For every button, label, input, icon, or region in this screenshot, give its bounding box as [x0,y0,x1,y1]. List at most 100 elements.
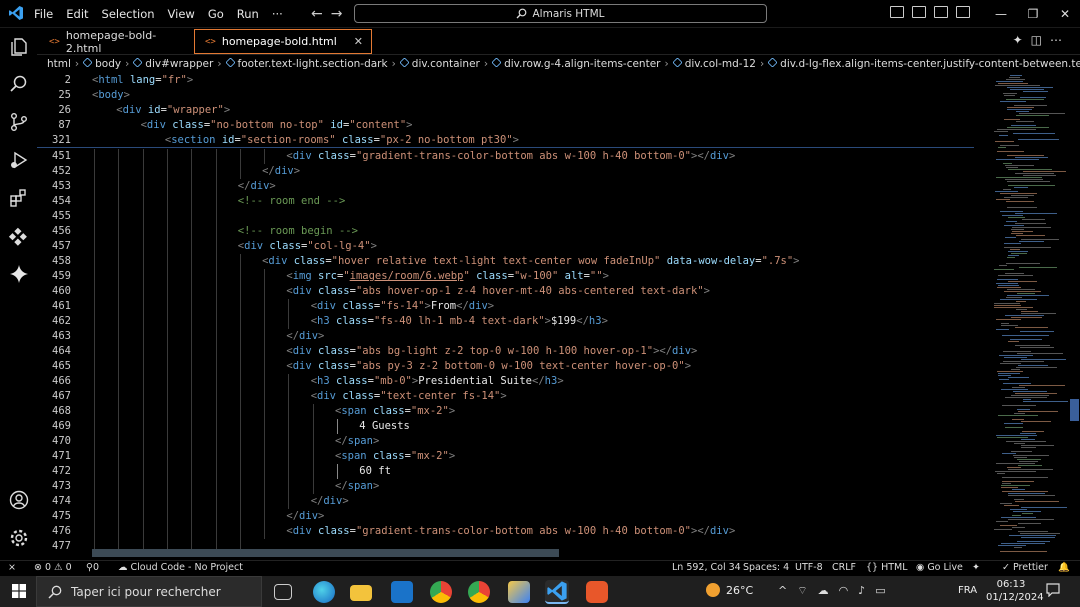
menu-more[interactable]: ··· [272,7,283,21]
close-icon[interactable]: ✕ [1049,7,1080,21]
close-tab-icon[interactable]: ✕ [354,35,363,48]
minimap-line [994,307,1033,308]
minimap-line [1008,169,1052,170]
notification-center-icon[interactable] [1046,583,1060,597]
minimize-icon[interactable]: — [985,7,1017,21]
windows-start-icon[interactable] [12,584,26,598]
language-mode[interactable]: {} HTML [866,562,908,573]
breadcrumb-item[interactable]: footer.text-light.section-dark [224,57,388,70]
toggle-primary-sidebar-icon[interactable] [890,6,904,18]
line-number: 321 [52,134,71,146]
cursor-position[interactable]: Ln 592, Col 34 [672,562,741,573]
scrollbar-thumb[interactable] [1070,399,1079,421]
network-icon[interactable]: ⌔ [797,584,817,597]
breadcrumb-item[interactable]: div.d-lg-flex.align-items-center.justify… [767,57,1080,70]
tab-homepage-bold[interactable]: <> homepage-bold.html ✕ [194,29,372,54]
minimap-line [1014,187,1028,188]
chrome-profile-icon[interactable] [468,581,490,603]
indentation[interactable]: Spaces: 4 [743,562,789,573]
postman-icon[interactable] [586,581,608,603]
run-debug-icon[interactable] [8,149,30,171]
breadcrumb-item[interactable]: div.container [399,57,480,70]
weather-widget[interactable]: 26°C [706,583,753,597]
gemini-status-icon[interactable]: ✦ [972,562,980,573]
windows-taskbar: Taper ici pour rechercher 26°C ^⌔☁◠♪▭ FR… [0,576,1080,607]
search-text: Almaris HTML [532,7,605,20]
volume-icon[interactable]: ♪ [858,584,875,597]
vertical-scrollbar[interactable] [1068,73,1080,560]
clock[interactable]: 06:13 01/12/2024 [986,578,1044,604]
minimap-line [1018,365,1048,366]
cloud-code-status[interactable]: ☁ Cloud Code - No Project [118,562,243,573]
minimap-line [1017,293,1035,294]
extensions-icon[interactable] [8,187,30,209]
minimap-line [1018,523,1041,524]
menu-file[interactable]: File [34,7,53,21]
menu-view[interactable]: View [168,7,195,21]
code-text: <h3 class="mb-0">Presidential Suite</h3> [310,375,564,387]
settings-gear-icon[interactable] [8,527,30,549]
code-editor[interactable]: 451 <div class="gradient-trans-color-bott… [37,73,1080,560]
task-view-icon[interactable] [274,584,292,600]
toggle-secondary-sidebar-icon[interactable] [934,6,948,18]
onedrive-icon[interactable]: ☁ [818,584,839,597]
back-arrow-icon[interactable]: ← [311,6,331,22]
remote-explorer-icon[interactable] [8,225,30,247]
gemini-icon[interactable] [8,263,30,285]
customize-layout-icon[interactable] [956,6,970,18]
go-live-button[interactable]: ◉ Go Live [916,562,963,573]
split-editor-icon[interactable]: ◫ [1031,33,1050,47]
breadcrumb-label: html [47,58,71,70]
menu-selection[interactable]: Selection [102,7,155,21]
encoding[interactable]: UTF-8 [795,562,823,573]
minimap-line [1002,335,1049,336]
breadcrumb-item[interactable]: body [82,57,121,70]
search-icon[interactable] [8,73,30,95]
edge-icon[interactable] [313,581,335,603]
toggle-panel-icon[interactable] [912,6,926,18]
menu-edit[interactable]: Edit [66,7,88,21]
breadcrumb-item[interactable]: div.col-md-12 [672,57,756,70]
restore-icon[interactable]: ❐ [1017,7,1049,21]
element-symbol-icon [132,57,143,68]
date: 01/12/2024 [986,592,1044,603]
tab-homepage-bold-2[interactable]: <> homepage-bold-2.html [39,29,189,55]
remote-indicator[interactable]: ⨯ [8,562,16,573]
line-endings[interactable]: CRLF [832,562,856,573]
prettier-status[interactable]: ✓ Prettier [1002,562,1048,573]
wifi-icon[interactable]: ◠ [839,584,859,597]
code-text: </div> [286,510,325,522]
drive-icon[interactable] [508,581,530,603]
minimap-line [994,303,1020,304]
menu-run[interactable]: Run [237,7,259,21]
code-text: <div class="gradient-trans-color-bottom … [286,150,736,162]
notifications-icon[interactable]: 🔔 [1058,562,1070,573]
show-hidden-icons-icon[interactable]: ^ [778,584,797,597]
minimap-line [994,529,1012,530]
forward-arrow-icon[interactable]: → [331,6,351,22]
minimap-line [1004,291,1041,292]
horizontal-scrollbar[interactable] [92,549,559,557]
input-language[interactable]: FRA [958,585,977,596]
accounts-icon[interactable] [8,489,30,511]
command-center-search[interactable]: Almaris HTML [354,4,767,23]
chrome-icon[interactable] [430,581,452,603]
source-control-icon[interactable] [8,111,30,133]
outlook-icon[interactable] [391,581,413,603]
ports-indicator[interactable]: ⚲0 [86,562,99,573]
taskbar-search[interactable]: Taper ici pour rechercher [36,576,262,607]
vscode-logo-icon [9,6,23,20]
battery-icon[interactable]: ▭ [875,584,895,597]
menu-go[interactable]: Go [208,7,224,21]
file-explorer-icon[interactable] [350,585,372,601]
vscode-taskbar-icon[interactable] [545,580,569,604]
explorer-icon[interactable] [8,36,30,58]
minimap-line [1015,223,1046,224]
gemini-action-icon[interactable]: ✦ [1013,33,1031,47]
problems-indicator[interactable]: ⊗ 0 ⚠ 0 [34,562,72,573]
breadcrumb-item[interactable]: html [47,58,71,70]
minimap[interactable] [990,73,1070,560]
breadcrumb-item[interactable]: div#wrapper [132,57,213,70]
breadcrumb-item[interactable]: div.row.g-4.align-items-center [491,57,660,70]
more-actions-icon[interactable]: ⋯ [1050,33,1070,47]
